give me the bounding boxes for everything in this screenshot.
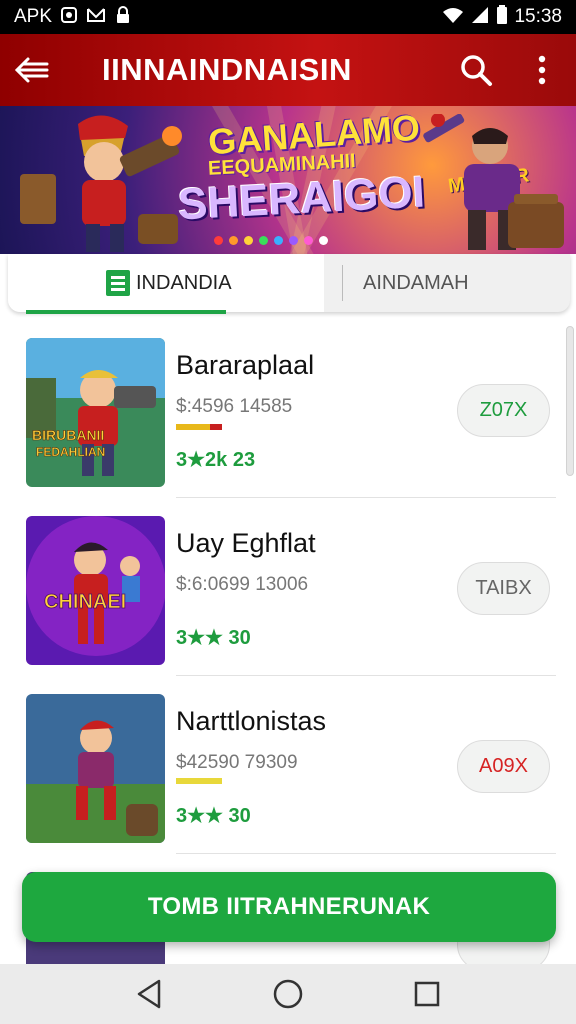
- back-arrow-icon: [14, 57, 49, 83]
- tab-label: INDANDIA: [136, 271, 232, 294]
- game-subtitle: $42590 79309: [176, 752, 298, 773]
- game-title: Narttlonistas: [176, 706, 327, 736]
- tab-indandia[interactable]: INDANDIA: [8, 254, 324, 314]
- banner-hero-left-image: [20, 115, 182, 252]
- back-triangle-icon: [138, 979, 161, 1009]
- install-button-label: Z07X: [479, 399, 528, 421]
- status-left: APK: [14, 6, 132, 28]
- status-bar: APK 15:38: [0, 0, 576, 34]
- game-thumbnail: [26, 694, 165, 843]
- list-icon: [106, 270, 130, 296]
- game-thumbnail: CHINAEI: [26, 516, 165, 665]
- battery-icon: [496, 5, 508, 29]
- game-thumbnail: BIRUBANII FEDAHLIAN: [26, 338, 165, 487]
- list-item[interactable]: BIRUBANII FEDAHLIAN Bararaplaal $:4596 1…: [0, 320, 576, 498]
- indicator-dot: [244, 236, 253, 245]
- indicator-dot: [304, 236, 313, 245]
- game-subtitle: $:4596 14585: [176, 396, 293, 417]
- app-bar: IINNAINDNAISIN: [0, 34, 576, 106]
- banner-page-indicator: [214, 236, 328, 245]
- status-right: 15:38: [442, 5, 562, 29]
- indicator-dot: [229, 236, 238, 245]
- tab-label: AINDAMAH: [363, 271, 469, 294]
- game-title: Uay Eghflat: [176, 528, 316, 558]
- game-rating: 3★★ 30: [176, 805, 251, 827]
- banner-hero-right-image: [423, 114, 564, 250]
- game-rating: 3★2k 23: [176, 449, 256, 471]
- status-left-text: APK: [14, 6, 53, 27]
- nav-back-button[interactable]: [129, 974, 169, 1014]
- install-button-label: TAIBX: [475, 577, 532, 599]
- search-button[interactable]: [454, 48, 498, 92]
- thumb-text: BIRUBANII: [32, 427, 104, 443]
- install-button-label: A09X: [479, 755, 528, 777]
- mail-icon: [86, 6, 106, 28]
- progress-bar: [176, 424, 222, 430]
- nav-recents-button[interactable]: [407, 974, 447, 1014]
- more-vert-icon: [538, 55, 546, 85]
- install-button[interactable]: A09X: [457, 740, 550, 793]
- overflow-menu-button[interactable]: [524, 48, 560, 92]
- cta-label: TOMB IITRAHNERUNAK: [147, 893, 431, 920]
- indicator-dot: [259, 236, 268, 245]
- nav-home-button[interactable]: [268, 974, 308, 1014]
- scrollbar[interactable]: [566, 326, 574, 476]
- primary-cta-button[interactable]: TOMB IITRAHNERUNAK: [22, 872, 556, 942]
- indicator-dot: [289, 236, 298, 245]
- game-title: Bararaplaal: [176, 350, 315, 380]
- notification-icon: [60, 6, 78, 28]
- thumb-text: FEDAHLIAN: [36, 445, 105, 459]
- page-title: IINNAINDNAISIN: [102, 52, 352, 87]
- list-item[interactable]: Narttlonistas $42590 79309 3★★ 30 A09X: [0, 676, 576, 854]
- app-screen: APK 15:38 IINNAINDNAISIN GANALAMO EEQUAM…: [0, 0, 576, 1024]
- list-item[interactable]: CHINAEI Uay Eghflat $:6:0699 13006 3★★ 3…: [0, 498, 576, 676]
- status-time: 15:38: [514, 6, 562, 27]
- indicator-dot: [319, 236, 328, 245]
- back-button[interactable]: [0, 34, 64, 106]
- signal-icon: [470, 6, 490, 28]
- thumb-text: CHINAEI: [44, 591, 126, 613]
- progress-bar: [176, 778, 222, 784]
- system-nav-bar: [0, 964, 576, 1024]
- game-rating: 3★★ 30: [176, 627, 251, 649]
- install-button[interactable]: Z07X: [457, 384, 550, 437]
- search-icon: [461, 55, 492, 86]
- wifi-icon: [442, 6, 464, 28]
- tab-bar: INDANDIA AINDAMAH: [8, 254, 570, 314]
- game-subtitle: $:6:0699 13006: [176, 574, 309, 595]
- tab-aindamah[interactable]: AINDAMAH: [343, 254, 469, 312]
- install-button[interactable]: TAIBX: [457, 562, 550, 615]
- indicator-dot: [214, 236, 223, 245]
- recents-square-icon: [414, 981, 439, 1007]
- home-circle-icon: [273, 979, 303, 1009]
- promo-banner[interactable]: GANALAMO EEQUAMINAHII SHERAIGOI MIAYIER: [0, 106, 576, 254]
- lock-icon: [114, 6, 132, 28]
- indicator-dot: [274, 236, 283, 245]
- tab-active-indicator: [26, 310, 226, 314]
